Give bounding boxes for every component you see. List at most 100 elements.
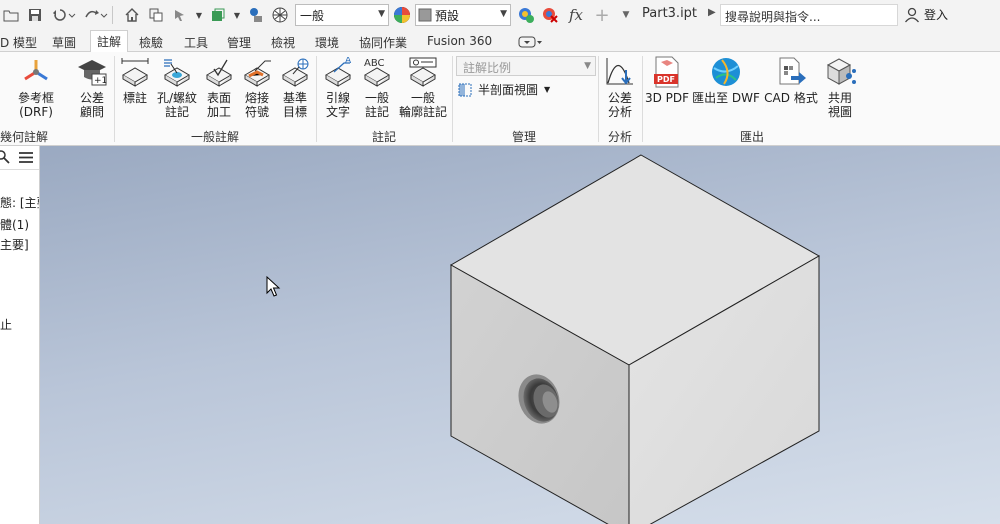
welding-symbol-button[interactable]: 熔接 符號	[238, 56, 276, 119]
adjust-appearance-icon[interactable]	[517, 6, 535, 24]
appearance-combo[interactable]: 預設 ▼	[415, 4, 511, 26]
tolerance-analysis-label-2: 分析	[607, 105, 632, 119]
dropdown-arrow-icon[interactable]: ▼	[195, 6, 203, 24]
share-view-button[interactable]: 共用 視圖	[820, 56, 860, 119]
appearance-swatch-icon	[418, 8, 432, 22]
tolerance-analysis-button[interactable]: 公差 分析	[600, 56, 640, 119]
graphics-viewport[interactable]	[40, 146, 1000, 524]
material-icon[interactable]	[209, 6, 227, 24]
tab-fusion-360[interactable]: Fusion 360	[427, 32, 492, 52]
open-folder-icon[interactable]	[2, 6, 20, 24]
login-button[interactable]: 登入	[904, 6, 948, 23]
ribbon: 參考框 (DRF) +1 公差 顧問 幾何註解 標註 孔/螺紋 註記 表面 加工…	[0, 52, 1000, 146]
customize-arrow-icon[interactable]: ▼	[617, 6, 635, 24]
browser-menu-icon[interactable]	[18, 151, 34, 167]
surface-texture-label-2: 加工	[206, 105, 231, 119]
tab-view[interactable]: 檢視	[271, 32, 295, 52]
tab-inspect[interactable]: 檢驗	[139, 32, 163, 52]
drf-button[interactable]: 參考框 (DRF)	[0, 56, 72, 119]
share-view-label-1: 共用	[827, 91, 852, 105]
share-view-label-2: 視圖	[827, 105, 852, 119]
save-icon[interactable]	[26, 6, 44, 24]
general-profile-note-button[interactable]: 一般 輪廓註記	[396, 56, 450, 119]
datum-target-icon	[278, 56, 312, 88]
tab-manage[interactable]: 管理	[227, 32, 251, 52]
browser-item-end-of-part[interactable]: 止	[0, 316, 12, 333]
mouse-cursor-icon	[266, 275, 281, 297]
3d-pdf-button[interactable]: PDF 3D PDF	[644, 56, 690, 105]
pdf-badge-text: PDF	[657, 75, 675, 84]
panel-label-analysis: 分析	[608, 130, 633, 144]
visual-style-icon[interactable]	[271, 6, 289, 24]
undo-icon[interactable]	[50, 6, 76, 24]
half-section-label: 半剖面視圖	[478, 83, 539, 97]
dimension-icon	[118, 56, 152, 88]
surface-texture-button[interactable]: 表面 加工	[200, 56, 238, 119]
ribbon-display-toggle[interactable]	[518, 33, 542, 53]
leader-text-label-1: 引線	[325, 91, 350, 105]
leader-text-label-2: 文字	[325, 105, 350, 119]
tab-sketch[interactable]: 草圖	[52, 32, 76, 52]
tab-environments[interactable]: 環境	[315, 32, 339, 52]
general-note-button[interactable]: ABC 一般 註記	[358, 56, 396, 119]
general-note-label-2: 註記	[364, 105, 389, 119]
select-mode-icon[interactable]	[171, 6, 189, 24]
chevron-down-icon: ▼	[544, 85, 551, 94]
document-title: Part3.ipt	[642, 6, 698, 21]
leader-text-button[interactable]: A 引線 文字	[318, 56, 358, 119]
color-wheel-icon[interactable]	[393, 6, 411, 24]
browser-item-solid-bodies[interactable]: 體(1)	[0, 216, 29, 233]
panel-label-export: 匯出	[740, 130, 765, 144]
search-icon[interactable]	[0, 150, 10, 167]
parameters-icon[interactable]	[247, 6, 265, 24]
chevron-right-icon[interactable]: ▶	[708, 7, 716, 18]
part-model-cube[interactable]	[40, 146, 1000, 524]
copy-icon[interactable]	[147, 6, 165, 24]
dropdown-arrow-icon[interactable]: ▼	[233, 6, 241, 24]
cad-format-icon	[774, 56, 808, 88]
tab-collaborate[interactable]: 協同作業	[359, 32, 407, 52]
pdf-icon: PDF	[650, 56, 684, 88]
dimension-label: 標註	[122, 91, 147, 105]
profile-note-label-2: 輪廓註記	[398, 105, 447, 119]
browser-item-representation[interactable]: 態: [主要	[0, 194, 39, 211]
tab-3d-model[interactable]: D 模型	[0, 32, 37, 52]
annotation-scale-placeholder: 註解比例	[463, 61, 512, 75]
profile-note-label-1: 一般	[410, 91, 435, 105]
tab-tools[interactable]: 工具	[184, 32, 208, 52]
dimension-button[interactable]: 標註	[116, 56, 154, 105]
annotation-scale-combo[interactable]: 註解比例 ▼	[456, 56, 596, 76]
half-section-icon	[458, 83, 472, 96]
datum-target-label-1: 基準	[282, 91, 307, 105]
tab-annotate[interactable]: 註解	[90, 30, 129, 53]
tolerance-advisor-button[interactable]: +1 公差 顧問	[72, 56, 112, 119]
cad-format-button[interactable]: CAD 格式	[762, 56, 820, 105]
browser-item-view[interactable]: 主要]	[0, 236, 29, 253]
tolerance-advisor-label-1: 公差	[79, 91, 104, 105]
home-icon[interactable]	[123, 6, 141, 24]
browser-header	[0, 146, 39, 170]
redo-icon[interactable]	[82, 6, 108, 24]
datum-target-label-2: 目標	[282, 105, 307, 119]
datum-target-button[interactable]: 基準 目標	[276, 56, 314, 119]
search-input[interactable]: 搜尋說明與指令...	[720, 4, 898, 26]
hole-thread-note-button[interactable]: 孔/螺紋 註記	[154, 56, 200, 119]
chevron-down-icon: ▼	[500, 9, 507, 19]
abc-text: ABC	[364, 58, 385, 69]
surface-texture-label-1: 表面	[206, 91, 231, 105]
fx-icon[interactable]: fx	[565, 6, 587, 24]
export-dwf-button[interactable]: 匯出至 DWF	[690, 56, 762, 105]
general-note-icon: ABC	[360, 56, 394, 88]
style-combo[interactable]: 一般 ▼	[295, 4, 389, 26]
half-section-view-button[interactable]: 半剖面視圖 ▼	[458, 81, 550, 98]
clear-appearance-icon[interactable]	[541, 6, 559, 24]
ribbon-tab-bar: D 模型 草圖 註解 檢驗 工具 管理 檢視 環境 協同作業 Fusion 36…	[0, 30, 1000, 53]
plus-icon[interactable]: +	[593, 5, 611, 26]
drf-label: 參考框 (DRF)	[17, 91, 54, 119]
login-label: 登入	[924, 8, 949, 22]
general-note-label-1: 一般	[364, 91, 389, 105]
hole-thread-label-2: 註記	[164, 105, 189, 119]
panel-label-geometric-annotation: 幾何註解	[0, 130, 49, 144]
style-combo-value: 一般	[300, 8, 325, 23]
welding-symbol-label-1: 熔接	[244, 91, 269, 105]
